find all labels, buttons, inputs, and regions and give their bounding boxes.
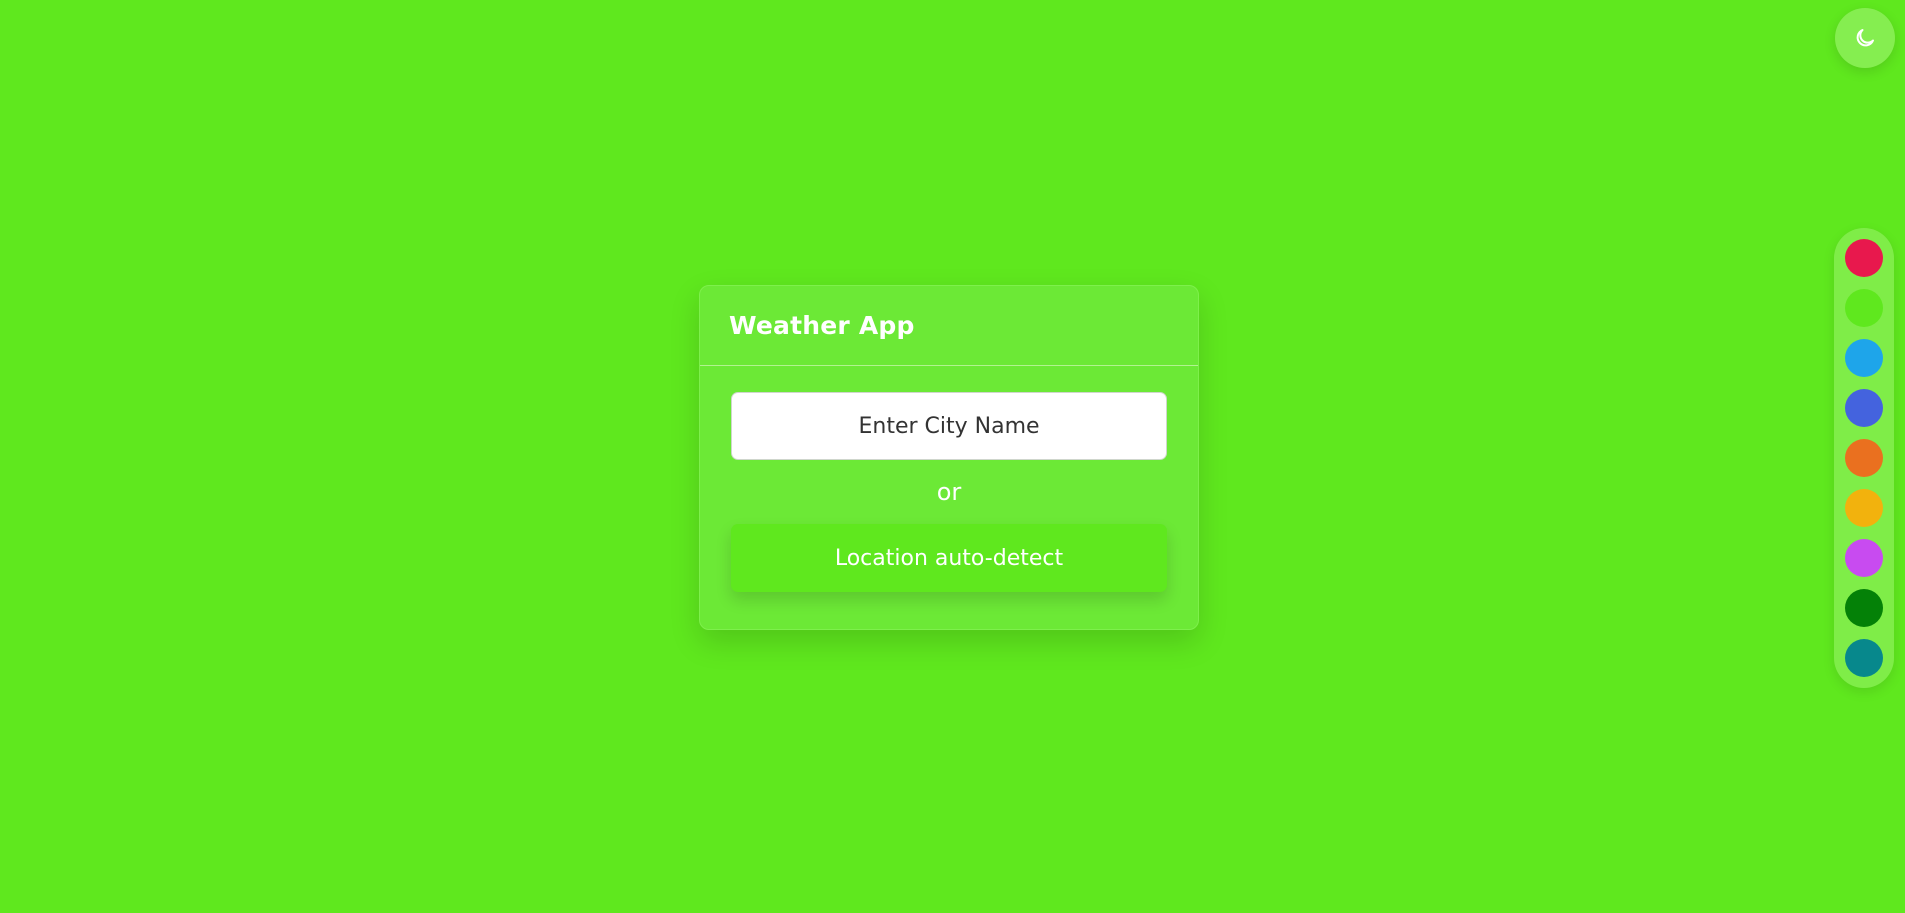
theme-toggle-button[interactable] [1835, 8, 1895, 68]
color-palette [1834, 228, 1894, 688]
color-swatch-orange[interactable] [1845, 439, 1883, 477]
city-name-input[interactable] [731, 392, 1167, 460]
color-swatch-purple[interactable] [1845, 539, 1883, 577]
moon-icon [1853, 26, 1877, 50]
color-swatch-red[interactable] [1845, 239, 1883, 277]
page: Weather App or Location auto-detect [0, 0, 1905, 913]
weather-card: Weather App or Location auto-detect [699, 285, 1199, 630]
location-auto-detect-button[interactable]: Location auto-detect [731, 524, 1167, 592]
color-swatch-green[interactable] [1845, 589, 1883, 627]
color-swatch-royal-blue[interactable] [1845, 389, 1883, 427]
color-swatch-sky-blue[interactable] [1845, 339, 1883, 377]
color-swatch-lime[interactable] [1845, 289, 1883, 327]
or-separator: or [936, 478, 962, 506]
card-header: Weather App [700, 286, 1198, 366]
color-swatch-teal[interactable] [1845, 639, 1883, 677]
app-title: Weather App [729, 311, 915, 340]
color-swatch-amber[interactable] [1845, 489, 1883, 527]
